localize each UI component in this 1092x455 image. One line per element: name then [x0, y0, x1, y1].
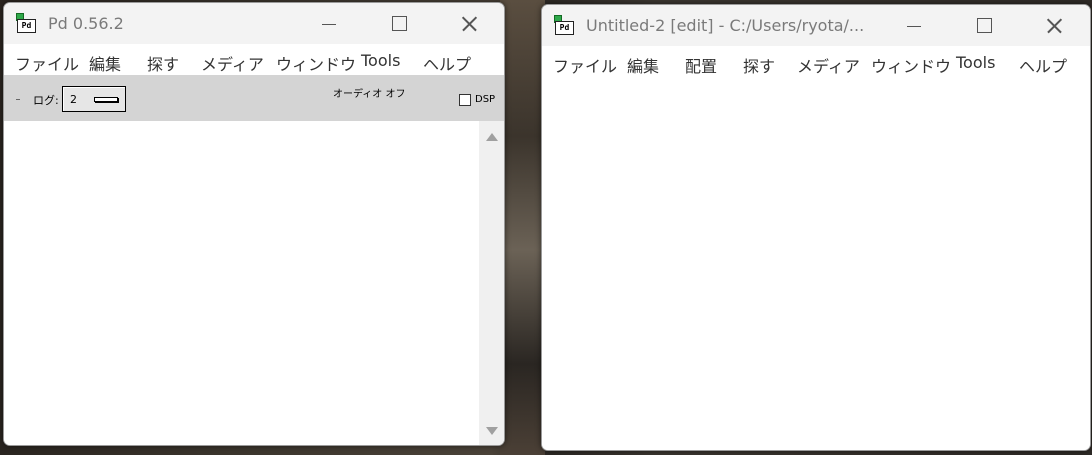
menu-edit[interactable]: 編集: [89, 51, 121, 75]
pd-toolbar: ログ: 2 オーディオ オフ DSP: [4, 75, 504, 121]
menu-edit[interactable]: 編集: [627, 53, 659, 77]
maximize-icon[interactable]: [379, 9, 419, 39]
scroll-up-arrow-icon[interactable]: [486, 133, 498, 141]
menu-tools[interactable]: Tools: [956, 53, 995, 72]
audio-status: オーディオ オフ: [333, 89, 406, 100]
menu-find[interactable]: 探す: [743, 53, 775, 77]
title-bar[interactable]: Pd Untitled-2 [edit] - C:/Users/ryota/..…: [542, 5, 1090, 46]
window-title: Untitled-2 [edit] - C:/Users/ryota/...: [586, 16, 865, 35]
pd-app-icon: Pd: [554, 15, 574, 35]
log-level-menu[interactable]: 2: [62, 86, 126, 112]
menu-media[interactable]: メディア: [201, 51, 264, 75]
maximize-icon[interactable]: [964, 11, 1004, 41]
minimize-icon[interactable]: [894, 11, 934, 41]
menu-file[interactable]: ファイル: [15, 51, 79, 75]
pd-patch-window: Pd Untitled-2 [edit] - C:/Users/ryota/..…: [541, 4, 1091, 451]
menu-window[interactable]: ウィンドウ: [871, 53, 951, 77]
menu-media[interactable]: メディア: [797, 53, 860, 77]
pd-app-icon: Pd: [16, 13, 36, 33]
menu-help[interactable]: ヘルプ: [423, 51, 471, 75]
scroll-down-arrow-icon[interactable]: [486, 427, 498, 435]
close-icon[interactable]: [449, 9, 489, 39]
console-scrollbar[interactable]: [479, 121, 504, 445]
menu-file[interactable]: ファイル: [553, 53, 617, 77]
menu-help[interactable]: ヘルプ: [1019, 53, 1067, 77]
desktop-background: [500, 0, 545, 455]
log-level-value: 2: [70, 93, 77, 106]
menu-window[interactable]: ウィンドウ: [276, 51, 356, 75]
patch-canvas[interactable]: [542, 77, 1090, 450]
close-icon[interactable]: [1034, 11, 1074, 41]
pd-main-window: Pd Pd 0.56.2 ファイル 編集 探す メディア ウィンドウ Tools…: [3, 2, 505, 446]
title-bar[interactable]: Pd Pd 0.56.2: [4, 3, 504, 44]
dsp-label: DSP: [475, 94, 496, 105]
minimize-icon[interactable]: [309, 9, 349, 39]
window-title: Pd 0.56.2: [48, 14, 124, 33]
menu-bar: ファイル 編集 配置 探す メディア ウィンドウ Tools ヘルプ: [542, 46, 1090, 78]
option-menu-indicator-icon: [94, 97, 118, 102]
menu-put[interactable]: 配置: [685, 53, 717, 77]
menu-tools[interactable]: Tools: [361, 51, 400, 70]
menu-find[interactable]: 探す: [147, 51, 179, 75]
menu-bar: ファイル 編集 探す メディア ウィンドウ Tools ヘルプ: [4, 44, 504, 76]
dsp-checkbox[interactable]: [459, 94, 471, 106]
console-area[interactable]: [4, 121, 504, 445]
log-label: ログ:: [33, 94, 59, 107]
separator: [16, 99, 20, 100]
